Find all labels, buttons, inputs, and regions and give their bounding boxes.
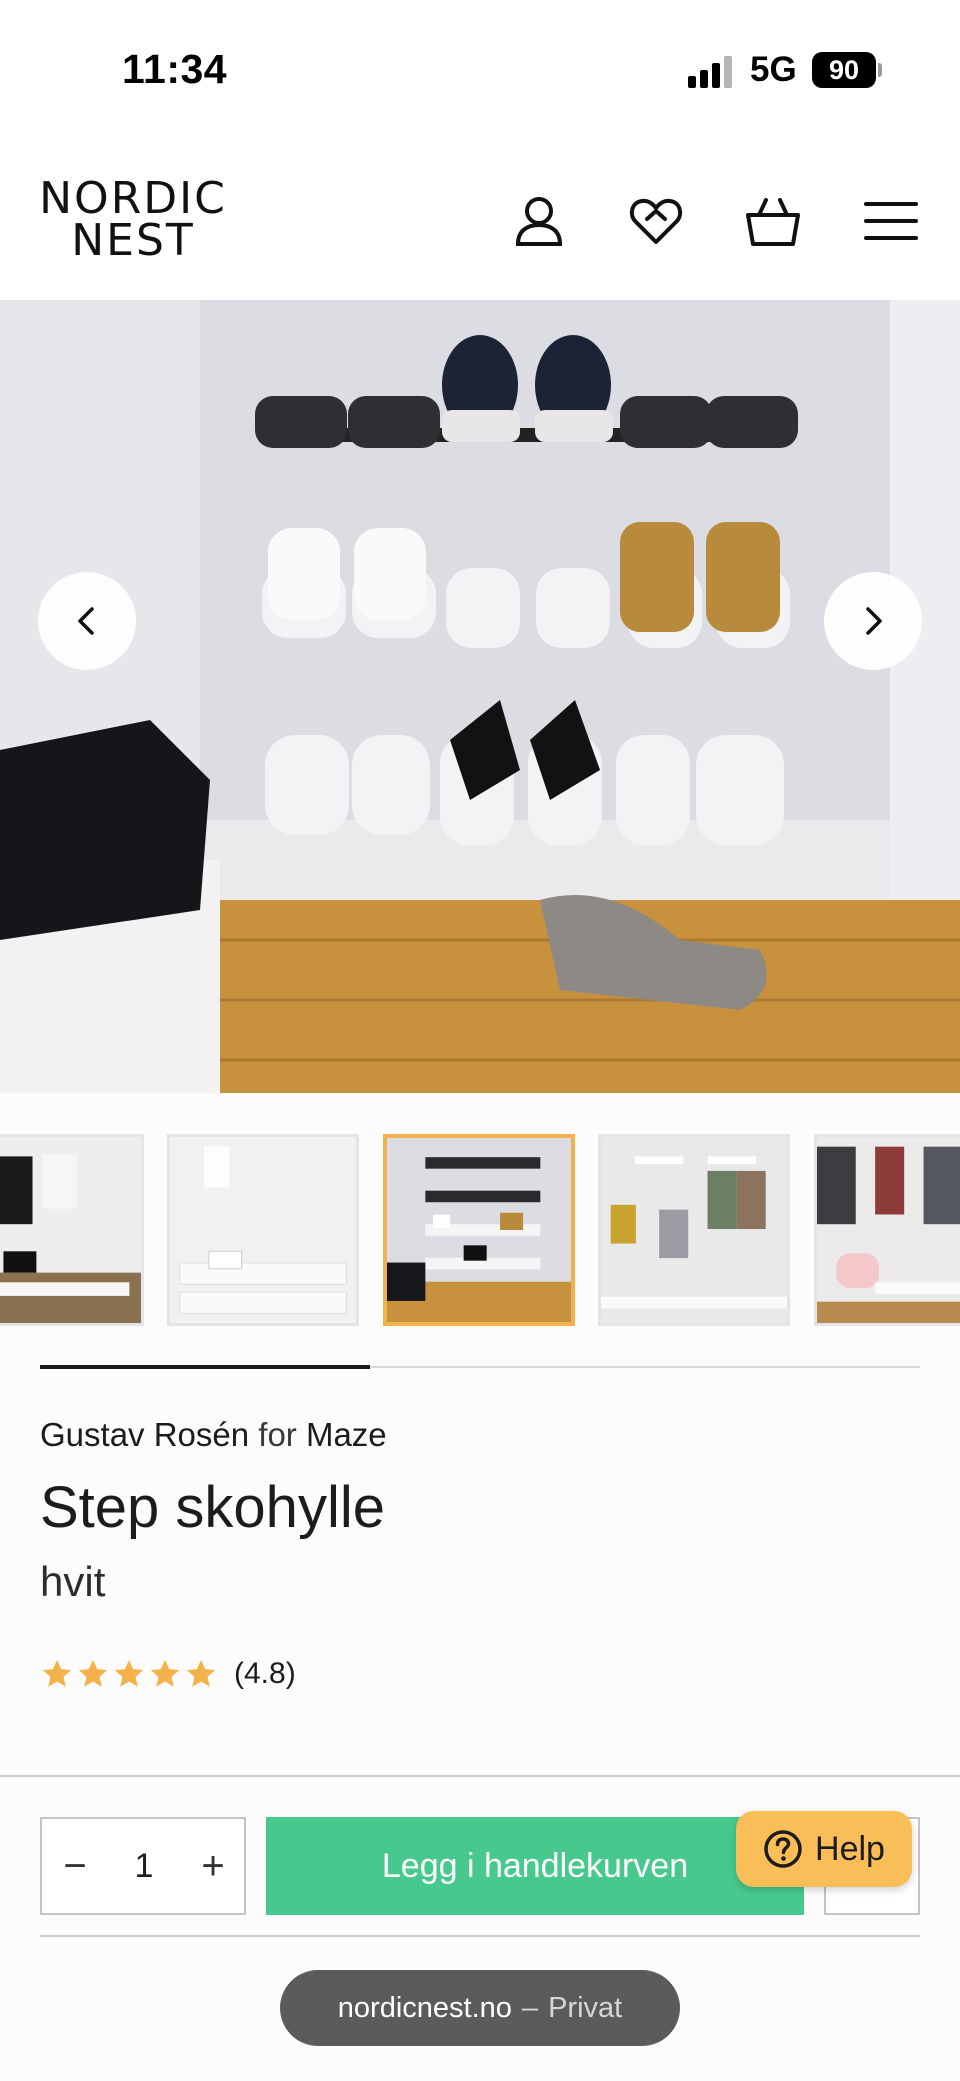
- thumbnail-scroll-indicator: [40, 1365, 370, 1369]
- nordic-nest-logo[interactable]: NORDIC NEST: [38, 173, 228, 266]
- product-color: hvit: [40, 1558, 106, 1605]
- product-title: Step skohylle: [40, 1475, 385, 1540]
- thumbnail-3[interactable]: [383, 1134, 575, 1326]
- add-to-cart-button[interactable]: Legg i handlekurven: [266, 1817, 804, 1915]
- status-time: 11:34: [122, 46, 228, 92]
- quantity-stepper: − 1 +: [40, 1817, 246, 1915]
- battery-cap: [878, 63, 882, 77]
- rating-value: (4.8): [234, 1657, 296, 1690]
- help-button[interactable]: Help: [736, 1811, 912, 1887]
- hero-scene-illustration: [0, 300, 960, 1093]
- product-rating[interactable]: (4.8): [40, 1654, 296, 1694]
- star-icon: [42, 1659, 72, 1687]
- star-icon: [186, 1659, 216, 1687]
- thumbnail-1[interactable]: [0, 1134, 144, 1326]
- thumbnail-strip[interactable]: [0, 1130, 960, 1330]
- network-label: 5G: [750, 50, 797, 89]
- menu-icon[interactable]: [862, 192, 920, 250]
- star-icon: [150, 1659, 180, 1687]
- thumbnail-5[interactable]: [814, 1134, 960, 1326]
- battery-icon: 90: [812, 52, 876, 88]
- star-icon: [78, 1659, 108, 1687]
- thumbnail-image: [817, 1137, 960, 1323]
- browser-address-bar[interactable]: nordicnest.no – Privat: [280, 1970, 680, 2046]
- thumbnail-image: [601, 1137, 787, 1323]
- site-header: NORDIC NEST: [0, 140, 960, 300]
- logo-line-2: NEST: [71, 215, 195, 266]
- thumbnail-image: [0, 1137, 141, 1323]
- thumbnail-2[interactable]: [167, 1134, 359, 1326]
- product-hero-image[interactable]: [0, 300, 960, 1093]
- product-designer: Gustav Rosén for Maze: [40, 1416, 387, 1454]
- thumbnail-image: [170, 1137, 356, 1323]
- question-circle-icon: [764, 1830, 802, 1868]
- browser-separator: –: [521, 1991, 539, 2024]
- star-icon: [114, 1659, 144, 1687]
- quantity-decrease-button[interactable]: −: [42, 1819, 108, 1913]
- chevron-left-icon: [78, 607, 94, 635]
- status-bar: 11:34 5G 90: [0, 0, 960, 140]
- carousel-prev-button[interactable]: [38, 572, 136, 670]
- designer-name[interactable]: Gustav Rosén: [40, 1416, 249, 1453]
- purchase-divider: [0, 1775, 960, 1777]
- basket-icon[interactable]: [744, 192, 802, 250]
- user-icon[interactable]: [510, 192, 568, 250]
- brand-name[interactable]: Maze: [306, 1416, 387, 1453]
- carousel-next-button[interactable]: [824, 572, 922, 670]
- thumbnail-image: [387, 1138, 571, 1322]
- browser-mode: Privat: [548, 1991, 623, 2024]
- quantity-value[interactable]: 1: [108, 1819, 180, 1913]
- logo-line-1: NORDIC: [39, 173, 227, 224]
- bottom-divider: [40, 1935, 920, 1937]
- quantity-increase-button[interactable]: +: [180, 1819, 246, 1913]
- signal-icon: [688, 56, 732, 88]
- designer-for-word: for: [258, 1416, 297, 1453]
- chevron-right-icon: [866, 607, 882, 635]
- browser-domain: nordicnest.no: [337, 1991, 512, 2024]
- thumbnail-4[interactable]: [598, 1134, 790, 1326]
- help-label: Help: [815, 1829, 885, 1868]
- heart-icon[interactable]: [627, 192, 685, 250]
